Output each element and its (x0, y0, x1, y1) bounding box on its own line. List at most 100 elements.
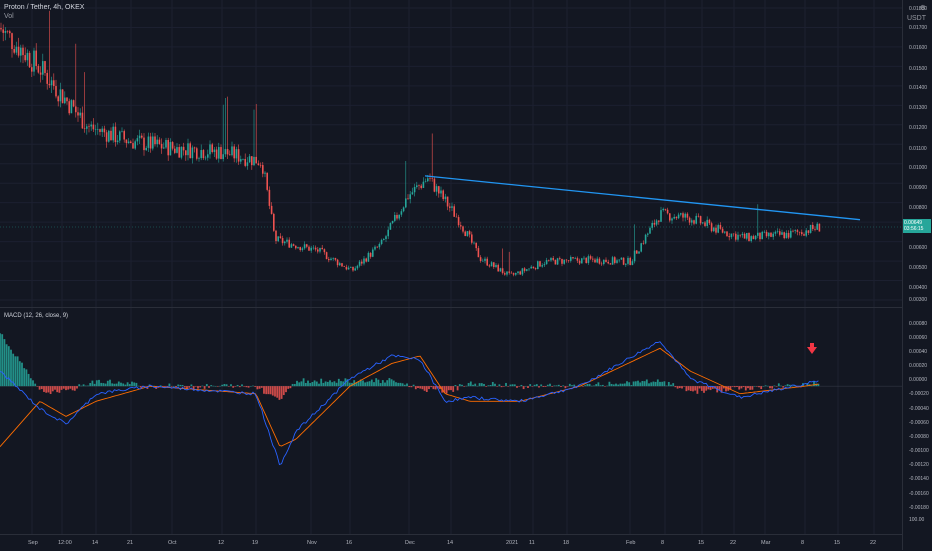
candle-body (752, 236, 755, 240)
candle-body (306, 244, 308, 247)
candle-body (680, 213, 682, 215)
candle-body (607, 261, 609, 264)
candle-body (2, 29, 4, 33)
histogram-bar (212, 385, 215, 387)
chart-canvas[interactable] (0, 0, 902, 534)
candle-body (655, 220, 658, 225)
histogram-bar (168, 383, 171, 387)
candle-body (750, 236, 752, 242)
candle-body (695, 215, 697, 224)
time-axis[interactable]: Sep 12:00 14 21 Oct 12 19 Nov 16 Dec 14 2021 11 18 Feb… (0, 534, 902, 551)
candle-body (81, 112, 84, 129)
histogram-bar (654, 381, 657, 387)
candle-body (310, 247, 312, 251)
candle-body (277, 236, 279, 242)
candle-body (644, 234, 647, 244)
candle-body (339, 263, 341, 266)
histogram-bar (368, 381, 371, 387)
candle-body (462, 226, 464, 232)
candle-body (616, 260, 618, 263)
histogram-bar (513, 384, 516, 387)
candle-body (455, 216, 458, 218)
candle-body (83, 128, 86, 130)
candle-body (559, 258, 561, 260)
candle-body (442, 190, 444, 200)
histogram-bar (562, 385, 565, 387)
histogram-bar (179, 384, 182, 387)
candle-body (61, 89, 64, 104)
candle-body (233, 146, 235, 159)
pane-divider[interactable] (0, 307, 902, 308)
histogram-bar (659, 381, 661, 387)
candle-body (717, 225, 719, 233)
candle-body (163, 147, 165, 149)
price-axis[interactable]: 0.01800 0.01700 0.01600 0.01500 0.01400 0.013… (902, 0, 932, 550)
candle-body (152, 136, 154, 149)
histogram-bar (766, 385, 769, 387)
histogram-bar (36, 386, 39, 387)
candle-body (273, 213, 275, 231)
currency-label[interactable]: USDT (907, 14, 926, 24)
candle-body (31, 67, 33, 72)
gridlines (0, 0, 902, 534)
candle-body (387, 229, 389, 237)
candle-body (754, 235, 757, 240)
price-tick: 0.01300 (909, 105, 928, 112)
histogram-bar (181, 385, 184, 387)
candle-body (121, 131, 123, 132)
histogram-bar (758, 386, 760, 388)
histogram-bar (740, 386, 743, 389)
candle-body (781, 232, 783, 235)
candle-body (737, 234, 739, 240)
histogram-bar (320, 378, 323, 387)
histogram-bar (593, 385, 595, 387)
histogram-bar (564, 386, 567, 389)
histogram-bar (718, 386, 721, 390)
histogram-bar (788, 384, 791, 387)
candle-body (367, 252, 370, 262)
histogram-bar (780, 385, 782, 387)
histogram-bar (777, 383, 780, 387)
candle-body (165, 139, 167, 148)
histogram-bar (291, 383, 294, 387)
histogram-bar (606, 385, 609, 387)
histogram-bar (302, 378, 305, 387)
histogram-bar (626, 381, 628, 387)
candle-body (677, 214, 680, 219)
candle-body (772, 233, 774, 237)
settings-icon[interactable]: ⚙ (907, 4, 926, 14)
histogram-bar (648, 383, 650, 387)
histogram-bar (604, 386, 606, 387)
candle-body (721, 228, 724, 233)
histogram-bar (465, 385, 468, 387)
candle-body (688, 217, 691, 223)
histogram-bar (674, 386, 677, 388)
histogram-bar (1, 334, 4, 387)
histogram-bar (414, 386, 417, 390)
candle-body (699, 216, 702, 224)
time-tick: 14 (447, 540, 454, 546)
symbol-title[interactable]: Proton / Tether, 4h, OKEX (4, 3, 84, 12)
histogram-bar (124, 384, 127, 387)
candle-body (171, 142, 174, 149)
volume-label[interactable]: Vol (4, 12, 84, 21)
candle-body (660, 210, 662, 222)
candle-body (666, 209, 669, 214)
candle-body (761, 231, 763, 240)
time-tick: 15 (834, 540, 841, 546)
histogram-bar (234, 386, 237, 387)
candle-body (433, 178, 436, 192)
candle-body (191, 147, 194, 159)
histogram-bar (520, 384, 523, 387)
histogram-bar (505, 382, 507, 387)
candle-body (398, 214, 400, 219)
histogram-bar (511, 384, 514, 387)
candle-body (88, 126, 90, 127)
candle-body (814, 228, 816, 230)
histogram-bar (78, 384, 81, 387)
macd-legend[interactable]: MACD (12, 26, close, 9) (4, 313, 68, 319)
histogram-bar (91, 380, 94, 387)
histogram-bar (401, 383, 404, 387)
histogram-bar (311, 382, 314, 387)
candle-body (653, 222, 656, 225)
